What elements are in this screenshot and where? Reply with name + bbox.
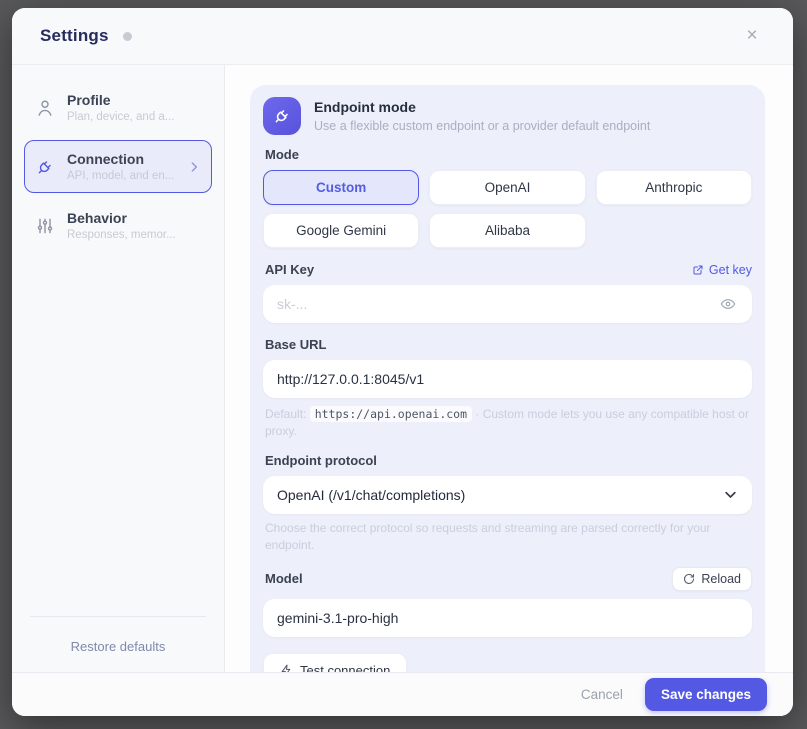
dialog-header: Settings × (12, 8, 793, 65)
endpoint-protocol-select[interactable]: OpenAI (/v1/chat/completions) (263, 476, 752, 514)
endpoint-mode-header: Endpoint mode Use a flexible custom endp… (263, 97, 752, 135)
sidebar-item-description: API, model, and en... (67, 170, 174, 182)
mode-option-custom[interactable]: Custom (263, 170, 419, 205)
sidebar-item-label: Profile (67, 92, 174, 108)
model-input[interactable] (263, 599, 752, 637)
sidebar-item-description: Responses, memor... (67, 229, 176, 241)
restore-defaults-button[interactable]: Restore defaults (24, 635, 212, 658)
eye-icon (720, 296, 742, 312)
sidebar: Profile Plan, device, and a... Connectio… (12, 65, 225, 672)
endpoint-protocol-help: Choose the correct protocol so requests … (265, 520, 750, 555)
mode-option-openai[interactable]: OpenAI (429, 170, 585, 205)
user-icon (35, 98, 55, 118)
panel-subtitle: Use a flexible custom endpoint or a prov… (314, 119, 650, 133)
mode-option-anthropic[interactable]: Anthropic (596, 170, 752, 205)
chevron-right-icon (187, 160, 201, 174)
main-content: Endpoint mode Use a flexible custom endp… (225, 65, 793, 672)
model-label: Model (265, 571, 303, 586)
sidebar-item-label: Behavior (67, 210, 176, 226)
sidebar-item-behavior[interactable]: Behavior Responses, memor... (24, 199, 212, 252)
dialog-footer: Cancel Save changes (12, 672, 793, 716)
base-url-help: Default: https://api.openai.com · Custom… (265, 406, 750, 441)
test-connection-button[interactable]: Test connection (263, 653, 407, 672)
settings-dialog: Settings × Profile Plan, device, and a..… (12, 8, 793, 716)
endpoint-mode-panel: Endpoint mode Use a flexible custom endp… (250, 85, 765, 672)
sidebar-item-profile[interactable]: Profile Plan, device, and a... (24, 81, 212, 134)
reload-button[interactable]: Reload (672, 567, 752, 591)
refresh-icon (683, 573, 695, 585)
mode-option-google-gemini[interactable]: Google Gemini (263, 213, 419, 248)
plug-icon (263, 97, 301, 135)
status-dot (123, 32, 132, 41)
get-key-label: Get key (709, 263, 752, 277)
get-key-link[interactable]: Get key (692, 263, 752, 277)
page-title: Settings (40, 26, 109, 46)
base-url-input[interactable] (263, 360, 752, 398)
panel-title: Endpoint mode (314, 99, 650, 115)
mode-option-alibaba[interactable]: Alibaba (429, 213, 585, 248)
mode-label: Mode (265, 147, 752, 162)
endpoint-protocol-label: Endpoint protocol (265, 453, 752, 468)
reload-label: Reload (701, 572, 741, 586)
base-url-label: Base URL (265, 337, 752, 352)
sidebar-item-connection[interactable]: Connection API, model, and en... (24, 140, 212, 193)
sidebar-item-description: Plan, device, and a... (67, 111, 174, 123)
cancel-button[interactable]: Cancel (581, 687, 623, 702)
save-changes-button[interactable]: Save changes (645, 678, 767, 711)
chevron-down-icon (723, 487, 738, 502)
sidebar-item-label: Connection (67, 151, 174, 167)
api-key-label: API Key (265, 262, 314, 277)
test-connection-label: Test connection (300, 663, 390, 672)
default-url-code: https://api.openai.com (310, 406, 472, 422)
api-key-input[interactable] (263, 285, 752, 323)
endpoint-protocol-value: OpenAI (/v1/chat/completions) (277, 487, 465, 503)
close-icon: × (746, 25, 757, 46)
mode-options: Custom OpenAI Anthropic Google Gemini Al… (263, 170, 752, 248)
sliders-icon (35, 216, 55, 236)
toggle-visibility-button[interactable] (720, 293, 742, 315)
sidebar-divider (30, 616, 206, 617)
close-button[interactable]: × (739, 23, 765, 49)
plug-icon (35, 157, 55, 177)
external-link-icon (692, 264, 704, 276)
zap-icon (280, 664, 293, 672)
